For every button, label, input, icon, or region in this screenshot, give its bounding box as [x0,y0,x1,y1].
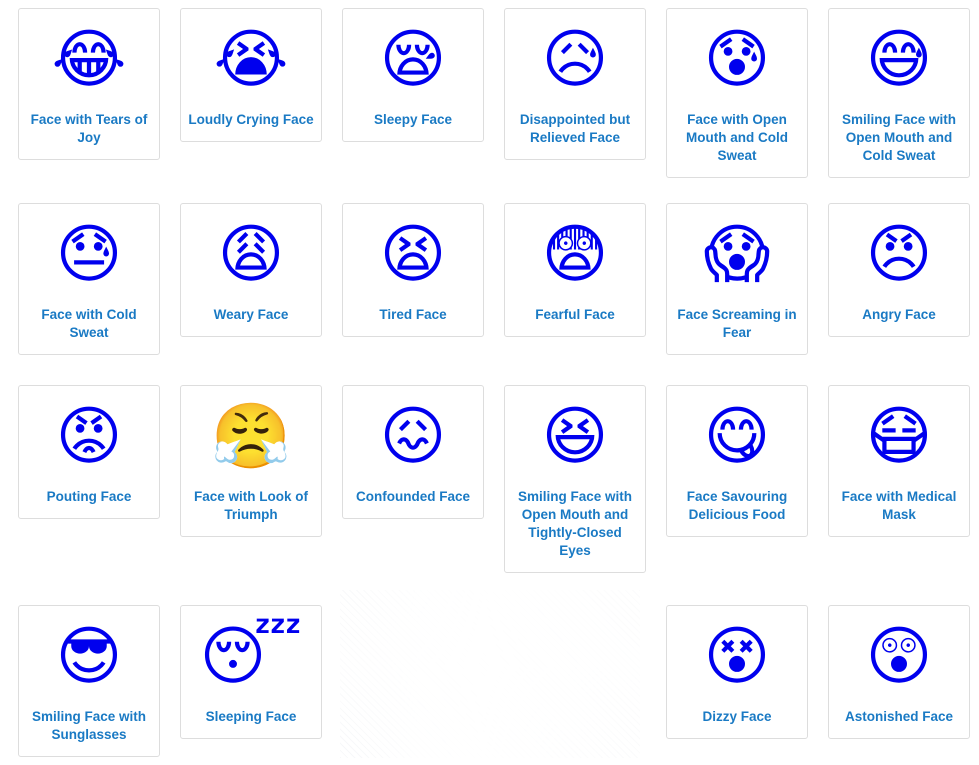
sleepy-face-icon: 😪 [379,23,447,97]
loudly-crying-face-icon: 😭 [213,23,289,97]
emoji-card-label: Loudly Crying Face [188,112,314,127]
emoji-card[interactable]: 😵 Dizzy Face [666,605,808,739]
dizzy-face-icon: 😵 [703,620,771,694]
emoji-grid-row: 😂 Face with Tears of Joy 😭 Loudly Crying Fa… [0,8,979,203]
emoji-grid-row: 😎 Smiling Face with Sunglasses 😴 Sleeping F… [0,605,979,765]
emoji-card-label: Face with Tears of Joy [30,112,148,145]
emoji-grid-row: 😓 Face with Cold Sweat 😩 Weary Face 😫 Tired F… [0,203,979,385]
face-with-look-of-triumph-icon: 😤 [211,400,291,474]
emoji-grid-row: 😡 Pouting Face 😤 Face with Look of Triumph 😖… [0,385,979,605]
emoji-card-label: Dizzy Face [702,709,772,724]
emoji-card-label: Angry Face [862,307,936,322]
emoji-card-label: Face with Look of Triumph [193,489,308,522]
emoji-card[interactable]: 😖 Confounded Face [342,385,484,519]
face-with-medical-mask-icon: 😷 [865,400,933,474]
emoji-card[interactable]: 😤 Face with Look of Triumph [180,385,322,537]
emoji-card-label: Smiling Face with Open Mouth and Tightly… [517,489,633,558]
weary-face-icon: 😩 [217,218,285,292]
face-with-open-mouth-and-cold-sweat-icon: 😰 [703,23,771,97]
emoji-card-label: Tired Face [379,307,447,322]
emoji-card[interactable]: 😩 Weary Face [180,203,322,337]
face-with-cold-sweat-icon: 😓 [55,218,123,292]
emoji-card[interactable]: 😴 Sleeping Face [180,605,322,739]
emoji-card[interactable]: 😲 Astonished Face [828,605,970,739]
emoji-card-label: Fearful Face [535,307,615,322]
emoji-card[interactable]: 😨 Fearful Face [504,203,646,337]
astonished-face-icon: 😲 [865,620,933,694]
pouting-face-icon: 😡 [55,400,123,474]
face-savouring-delicious-food-icon: 😋 [703,400,771,474]
emoji-card[interactable]: 😅 Smiling Face with Open Mouth and Cold S… [828,8,970,178]
emoji-card[interactable]: 😎 Smiling Face with Sunglasses [18,605,160,757]
emoji-card-label: Face with Medical Mask [841,489,957,522]
emoji-card-label: Smiling Face with Open Mouth and Cold Sw… [841,112,957,163]
face-screaming-in-fear-icon: 😱 [703,218,771,292]
smiling-face-with-open-mouth-and-tightly-closed-eyes-icon: 😆 [541,400,609,474]
emoji-card-label: Face with Open Mouth and Cold Sweat [686,112,788,163]
emoji-card[interactable]: 😱 Face Screaming in Fear [666,203,808,355]
emoji-card-label: Face Savouring Delicious Food [686,489,788,522]
confounded-face-icon: 😖 [379,400,447,474]
emoji-card[interactable]: 😡 Pouting Face [18,385,160,519]
emoji-card[interactable]: 😰 Face with Open Mouth and Cold Sweat [666,8,808,178]
emoji-card[interactable]: 😋 Face Savouring Delicious Food [666,385,808,537]
tired-face-icon: 😫 [379,218,447,292]
emoji-grid: 😂 Face with Tears of Joy 😭 Loudly Crying Fa… [0,0,979,765]
emoji-card-label: Sleepy Face [373,112,453,127]
emoji-card[interactable]: 😭 Loudly Crying Face [180,8,322,142]
emoji-card[interactable]: 😠 Angry Face [828,203,970,337]
smiling-face-with-open-mouth-and-cold-sweat-icon: 😅 [865,23,933,97]
emoji-card[interactable]: 😂 Face with Tears of Joy [18,8,160,160]
emoji-card[interactable]: 😥 Disappointed but Relieved Face [504,8,646,160]
emoji-card-label: Smiling Face with Sunglasses [31,709,147,742]
emoji-card[interactable]: 😷 Face with Medical Mask [828,385,970,537]
emoji-card-label: Face with Cold Sweat [41,307,137,340]
disappointed-but-relieved-face-icon: 😥 [541,23,609,97]
emoji-card-label: Pouting Face [46,489,132,504]
fearful-face-icon: 😨 [541,218,609,292]
smiling-face-with-sunglasses-icon: 😎 [55,620,123,694]
emoji-card-label: Weary Face [213,307,289,322]
angry-face-icon: 😠 [865,218,933,292]
emoji-card[interactable]: 😓 Face with Cold Sweat [18,203,160,355]
emoji-card-label: Confounded Face [356,489,470,504]
emoji-card[interactable]: 😆 Smiling Face with Open Mouth and Tightl… [504,385,646,573]
emoji-card[interactable]: 😪 Sleepy Face [342,8,484,142]
emoji-card-label: Astonished Face [844,709,954,724]
face-with-tears-of-joy-icon: 😂 [51,23,127,97]
sleeping-face-icon: 😴 [199,620,303,694]
emoji-card-label: Disappointed but Relieved Face [519,112,631,145]
emoji-card-label: Face Screaming in Fear [677,307,797,340]
emoji-card-label: Sleeping Face [205,709,297,724]
emoji-card[interactable]: 😫 Tired Face [342,203,484,337]
